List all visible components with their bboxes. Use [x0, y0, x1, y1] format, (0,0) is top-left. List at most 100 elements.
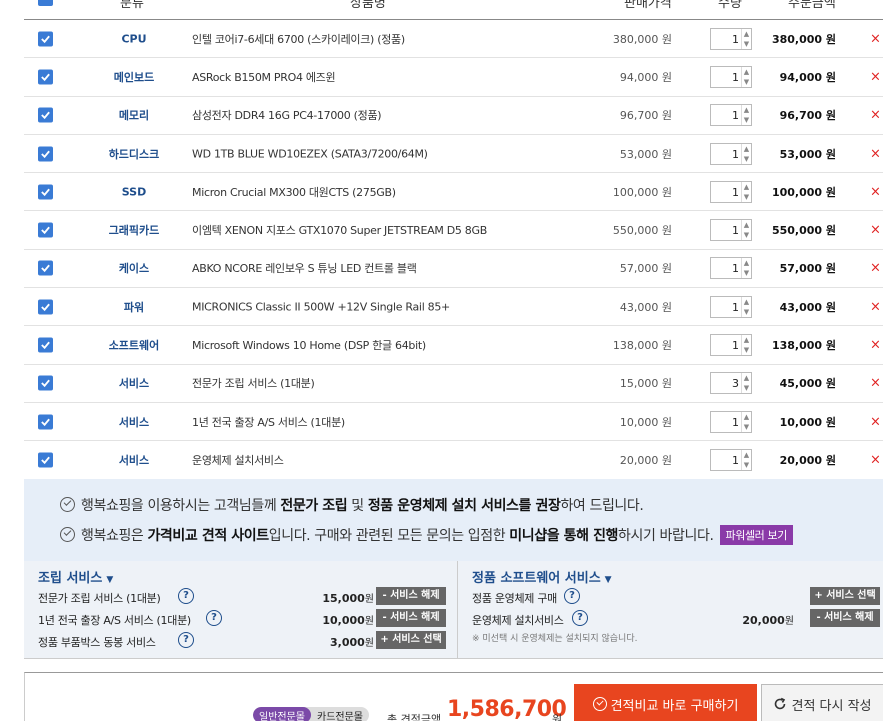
row-product-name[interactable]: 이엠텍 XENON 지포스 GTX1070 Super JETSTREAM D5…: [192, 222, 487, 238]
row-checkbox[interactable]: [38, 260, 53, 276]
row-product-name[interactable]: 인텔 코어i7-6세대 6700 (스카이레이크) (정품): [192, 31, 405, 47]
check-icon: [41, 418, 50, 426]
service-label: 정품 부품박스 동봉 서비스: [38, 636, 156, 649]
stepper-arrows-icon[interactable]: ▲ ▼: [741, 258, 751, 279]
row-product-name[interactable]: 운영체제 설치서비스: [192, 452, 284, 468]
row-checkbox[interactable]: [38, 452, 53, 468]
quantity-stepper[interactable]: 1 ▲ ▼: [710, 180, 752, 203]
row-amount: 550,000 원: [771, 224, 836, 238]
stepper-arrows-icon[interactable]: ▲ ▼: [741, 296, 751, 317]
stepper-arrows-icon[interactable]: ▲ ▼: [741, 335, 751, 356]
row-checkbox[interactable]: [38, 69, 53, 85]
row-product-name[interactable]: ASRock B150M PRO4 에즈윈: [192, 69, 336, 85]
row-amount: 96,700 원: [779, 109, 836, 123]
quantity-stepper[interactable]: 1 ▲ ▼: [710, 142, 752, 165]
help-icon[interactable]: ?: [572, 610, 588, 626]
service-amount: 3,000원: [330, 636, 374, 649]
quantity-stepper[interactable]: 1 ▲ ▼: [710, 219, 752, 242]
stepper-arrows-icon[interactable]: ▲ ▼: [741, 181, 751, 202]
service-toggle-button[interactable]: + 서비스 선택: [810, 587, 880, 605]
row-price: 57,000 원: [619, 262, 672, 276]
row-category: 그래픽카드: [108, 224, 160, 238]
delete-icon[interactable]: ×: [870, 452, 881, 467]
check-icon: [41, 303, 50, 311]
quantity-stepper[interactable]: 1 ▲ ▼: [710, 65, 752, 88]
caret-down-icon: ▼: [604, 575, 612, 585]
quantity-stepper[interactable]: 1 ▲ ▼: [710, 257, 752, 280]
stepper-arrows-icon[interactable]: ▲ ▼: [741, 143, 751, 164]
quantity-stepper[interactable]: 1 ▲ ▼: [710, 334, 752, 357]
software-services-title[interactable]: 정품 소프트웨어 서비스 ▼: [472, 567, 612, 586]
row-checkbox[interactable]: [38, 299, 53, 315]
delete-icon[interactable]: ×: [870, 299, 881, 314]
assembly-services-title[interactable]: 조립 서비스 ▼: [38, 567, 113, 586]
rewrite-estimate-button[interactable]: 견적 다시 작성: [761, 684, 883, 721]
row-category: 소프트웨어: [108, 339, 160, 353]
help-icon[interactable]: ?: [564, 588, 580, 604]
stepper-arrows-icon[interactable]: ▲ ▼: [741, 28, 751, 49]
row-price: 138,000 원: [612, 339, 672, 353]
delete-icon[interactable]: ×: [870, 338, 881, 353]
tab-card-mall[interactable]: 카드전문몰: [311, 707, 369, 721]
stepper-arrows-icon[interactable]: ▲ ▼: [741, 105, 751, 126]
delete-icon[interactable]: ×: [870, 184, 881, 199]
row-product-name[interactable]: WD 1TB BLUE WD10EZEX (SATA3/7200/64M): [192, 147, 428, 160]
tab-general-mall[interactable]: 일반전문몰: [253, 707, 311, 721]
row-product-name[interactable]: 1년 전국 출장 A/S 서비스 (1대분): [192, 414, 345, 430]
quantity-stepper[interactable]: 3 ▲ ▼: [710, 372, 752, 395]
delete-icon[interactable]: ×: [870, 108, 881, 123]
delete-icon[interactable]: ×: [870, 414, 881, 429]
stepper-arrows-icon[interactable]: ▲ ▼: [741, 220, 751, 241]
row-checkbox[interactable]: [38, 107, 53, 123]
row-checkbox[interactable]: [38, 337, 53, 353]
delete-icon[interactable]: ×: [870, 223, 881, 238]
check-icon: [41, 150, 50, 158]
stepper-arrows-icon[interactable]: ▲ ▼: [741, 449, 751, 470]
delete-icon[interactable]: ×: [870, 261, 881, 276]
help-icon[interactable]: ?: [206, 610, 222, 626]
service-toggle-button[interactable]: + 서비스 선택: [376, 631, 446, 649]
power-seller-button[interactable]: 파워셀러 보기: [719, 525, 793, 545]
row-product-name[interactable]: Micron Crucial MX300 대원CTS (275GB): [192, 184, 396, 200]
row-amount: 100,000 원: [771, 185, 836, 199]
row-price: 100,000 원: [612, 185, 672, 199]
quantity-stepper[interactable]: 1 ▲ ▼: [710, 295, 752, 318]
check-circle-icon: [60, 497, 75, 512]
quantity-stepper[interactable]: 1 ▲ ▼: [710, 410, 752, 433]
row-checkbox[interactable]: [38, 146, 53, 162]
service-amount: 15,000원: [322, 592, 374, 605]
row-price: 550,000 원: [612, 224, 672, 238]
row-checkbox[interactable]: [38, 31, 53, 47]
service-toggle-button[interactable]: - 서비스 해제: [376, 587, 446, 605]
row-product-name[interactable]: Microsoft Windows 10 Home (DSP 한글 64bit): [192, 337, 426, 353]
stepper-arrows-icon[interactable]: ▲ ▼: [741, 66, 751, 87]
row-amount: 53,000 원: [779, 147, 836, 161]
row-amount: 10,000 원: [779, 415, 836, 429]
row-checkbox[interactable]: [38, 222, 53, 238]
service-toggle-button[interactable]: - 서비스 해제: [810, 609, 880, 627]
stepper-arrows-icon[interactable]: ▲ ▼: [741, 373, 751, 394]
quantity-stepper[interactable]: 1 ▲ ▼: [710, 448, 752, 471]
row-checkbox[interactable]: [38, 184, 53, 200]
service-amount: 10,000원: [322, 614, 374, 627]
buy-now-button[interactable]: 견적비교 바로 구매하기: [574, 684, 757, 721]
service-toggle-button[interactable]: - 서비스 해제: [376, 609, 446, 627]
delete-icon[interactable]: ×: [870, 146, 881, 161]
row-product-name[interactable]: MICRONICS Classic II 500W +12V Single Ra…: [192, 300, 450, 313]
row-product-name[interactable]: 전문가 조립 서비스 (1대분): [192, 375, 315, 391]
help-icon[interactable]: ?: [178, 588, 194, 604]
delete-icon[interactable]: ×: [870, 69, 881, 84]
row-checkbox[interactable]: [38, 375, 53, 391]
row-product-name[interactable]: 삼성전자 DDR4 16G PC4-17000 (정품): [192, 107, 382, 123]
select-all-checkbox[interactable]: [38, 0, 53, 6]
help-icon[interactable]: ?: [178, 632, 194, 648]
stepper-arrows-icon[interactable]: ▲ ▼: [741, 411, 751, 432]
row-product-name[interactable]: ABKO NCORE 레인보우 S 튜닝 LED 컨트롤 블랙: [192, 260, 417, 276]
delete-icon[interactable]: ×: [870, 31, 881, 46]
row-amount: 380,000 원: [771, 32, 836, 46]
row-category: 메인보드: [113, 70, 155, 84]
row-checkbox[interactable]: [38, 414, 53, 430]
delete-icon[interactable]: ×: [870, 376, 881, 391]
quantity-stepper[interactable]: 1 ▲ ▼: [710, 104, 752, 127]
quantity-stepper[interactable]: 1 ▲ ▼: [710, 27, 752, 50]
